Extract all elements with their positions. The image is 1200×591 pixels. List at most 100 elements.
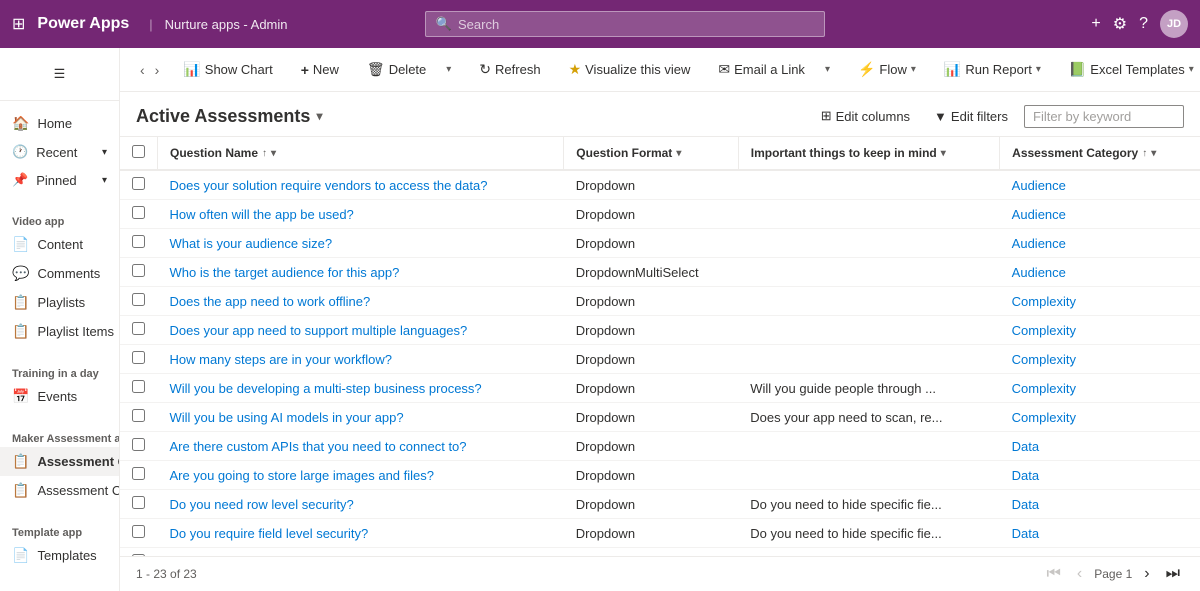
row-question-name[interactable]: Do you require hierarchical security? [158, 548, 564, 557]
sidebar-item-pinned[interactable]: 📌 Pinned ▾ [0, 166, 119, 194]
row-question-name[interactable]: How many steps are in your workflow? [158, 345, 564, 374]
delete-button[interactable]: 🗑 Delete [359, 57, 434, 82]
row-category[interactable]: Data [1000, 461, 1200, 490]
row-checkbox[interactable] [132, 206, 145, 219]
row-checkbox[interactable] [132, 351, 145, 364]
row-question-name[interactable]: Does the app need to work offline? [158, 287, 564, 316]
row-category[interactable]: Data [1000, 519, 1200, 548]
th-question-name[interactable]: Question Name ↑ ▾ [158, 137, 564, 170]
email-link-button[interactable]: ✉ Email a Link [710, 57, 813, 82]
new-button[interactable]: + New [293, 58, 347, 82]
add-icon[interactable]: + [1091, 15, 1100, 33]
row-checkbox[interactable] [132, 177, 145, 190]
row-question-name[interactable]: Does your app need to support multiple l… [158, 316, 564, 345]
row-checkbox-cell[interactable] [120, 258, 158, 287]
row-category[interactable]: Audience [1000, 229, 1200, 258]
grid-icon[interactable]: ⊞ [12, 14, 25, 34]
row-category[interactable]: Data [1000, 548, 1200, 557]
visualize-button[interactable]: ★ Visualize this view [561, 57, 699, 82]
row-category[interactable]: Data [1000, 432, 1200, 461]
sidebar-item-playlists[interactable]: 📋 Playlists [0, 288, 119, 317]
row-category[interactable]: Complexity [1000, 345, 1200, 374]
row-checkbox[interactable] [132, 235, 145, 248]
row-checkbox[interactable] [132, 525, 145, 538]
sidebar-item-assessment-questions[interactable]: 📋 Assessment Questions [0, 447, 119, 476]
row-question-name[interactable]: Do you need row level security? [158, 490, 564, 519]
row-checkbox[interactable] [132, 496, 145, 509]
row-category[interactable]: Complexity [1000, 374, 1200, 403]
search-input[interactable] [458, 17, 814, 32]
row-checkbox-cell[interactable] [120, 287, 158, 316]
settings-icon[interactable]: ⚙ [1113, 14, 1127, 34]
sidebar-item-events[interactable]: 📅 Events [0, 382, 119, 411]
edit-filters-button[interactable]: ▼ Edit filters [926, 105, 1016, 128]
row-checkbox-cell[interactable] [120, 490, 158, 519]
row-question-name[interactable]: Who is the target audience for this app? [158, 258, 564, 287]
row-checkbox[interactable] [132, 264, 145, 277]
search-bar[interactable]: 🔍 [425, 11, 825, 37]
row-checkbox-cell[interactable] [120, 170, 158, 200]
row-question-name[interactable]: Are there custom APIs that you need to c… [158, 432, 564, 461]
row-category[interactable]: Complexity [1000, 287, 1200, 316]
run-report-button[interactable]: 📊 Run Report ▾ [936, 57, 1049, 82]
sidebar-item-assessment-categories[interactable]: 📋 Assessment Categori... [0, 476, 119, 505]
flow-button[interactable]: ⚡ Flow ▾ [850, 57, 924, 82]
row-category[interactable]: Audience [1000, 170, 1200, 200]
hamburger-menu[interactable]: ☰ [0, 56, 119, 92]
th-assessment-category[interactable]: Assessment Category ↑ ▾ [1000, 137, 1200, 170]
prev-page-button[interactable]: ‹ [1073, 563, 1086, 585]
sidebar-item-templates[interactable]: 📄 Templates [0, 541, 119, 570]
row-checkbox-cell[interactable] [120, 519, 158, 548]
row-category[interactable]: Audience [1000, 200, 1200, 229]
row-question-name[interactable]: Are you going to store large images and … [158, 461, 564, 490]
row-checkbox-cell[interactable] [120, 229, 158, 258]
avatar[interactable]: JD [1160, 10, 1188, 38]
row-category[interactable]: Audience [1000, 258, 1200, 287]
show-chart-button[interactable]: 📊 Show Chart [175, 57, 280, 82]
next-page-button[interactable]: › [1140, 563, 1153, 585]
row-question-name[interactable]: Do you require field level security? [158, 519, 564, 548]
select-all-checkbox[interactable] [132, 145, 145, 158]
back-button[interactable]: ‹ [136, 58, 149, 82]
row-checkbox[interactable] [132, 293, 145, 306]
sidebar-item-home[interactable]: 🏠 Home [0, 109, 119, 138]
view-title[interactable]: Active Assessments ▾ [136, 106, 322, 127]
row-category[interactable]: Complexity [1000, 403, 1200, 432]
row-checkbox[interactable] [132, 409, 145, 422]
forward-button[interactable]: › [151, 58, 164, 82]
row-question-name[interactable]: What is your audience size? [158, 229, 564, 258]
row-checkbox-cell[interactable] [120, 548, 158, 557]
row-checkbox-cell[interactable] [120, 403, 158, 432]
row-category[interactable]: Complexity [1000, 316, 1200, 345]
row-checkbox[interactable] [132, 322, 145, 335]
row-question-name[interactable]: Will you be developing a multi-step busi… [158, 374, 564, 403]
row-question-name[interactable]: How often will the app be used? [158, 200, 564, 229]
filter-keyword-input[interactable] [1024, 105, 1184, 128]
row-checkbox-cell[interactable] [120, 345, 158, 374]
first-page-button[interactable]: ⏮ [1042, 563, 1064, 585]
row-checkbox[interactable] [132, 438, 145, 451]
help-icon[interactable]: ? [1139, 15, 1148, 33]
row-checkbox[interactable] [132, 467, 145, 480]
excel-templates-button[interactable]: 📗 Excel Templates ▾ [1061, 57, 1200, 82]
row-checkbox-cell[interactable] [120, 374, 158, 403]
email-dropdown-button[interactable]: ▾ [817, 60, 838, 79]
row-question-name[interactable]: Will you be using AI models in your app? [158, 403, 564, 432]
sidebar-item-playlist-items[interactable]: 📋 Playlist Items [0, 317, 119, 346]
delete-dropdown-button[interactable]: ▾ [438, 60, 459, 79]
row-checkbox-cell[interactable] [120, 316, 158, 345]
row-question-name[interactable]: Does your solution require vendors to ac… [158, 170, 564, 200]
row-checkbox[interactable] [132, 380, 145, 393]
last-page-button[interactable]: ⏭ [1162, 563, 1184, 585]
select-all-header[interactable] [120, 137, 158, 170]
edit-columns-button[interactable]: ⊞ Edit columns [813, 104, 918, 128]
sidebar-item-content[interactable]: 📄 Content [0, 230, 119, 259]
sidebar-item-recent[interactable]: 🕐 Recent ▾ [0, 138, 119, 166]
th-important-things[interactable]: Important things to keep in mind ▾ [738, 137, 999, 170]
row-category[interactable]: Data [1000, 490, 1200, 519]
row-checkbox-cell[interactable] [120, 461, 158, 490]
refresh-button[interactable]: ↻ Refresh [471, 57, 548, 82]
row-checkbox-cell[interactable] [120, 432, 158, 461]
th-question-format[interactable]: Question Format ▾ [564, 137, 738, 170]
sidebar-item-comments[interactable]: 💬 Comments [0, 259, 119, 288]
